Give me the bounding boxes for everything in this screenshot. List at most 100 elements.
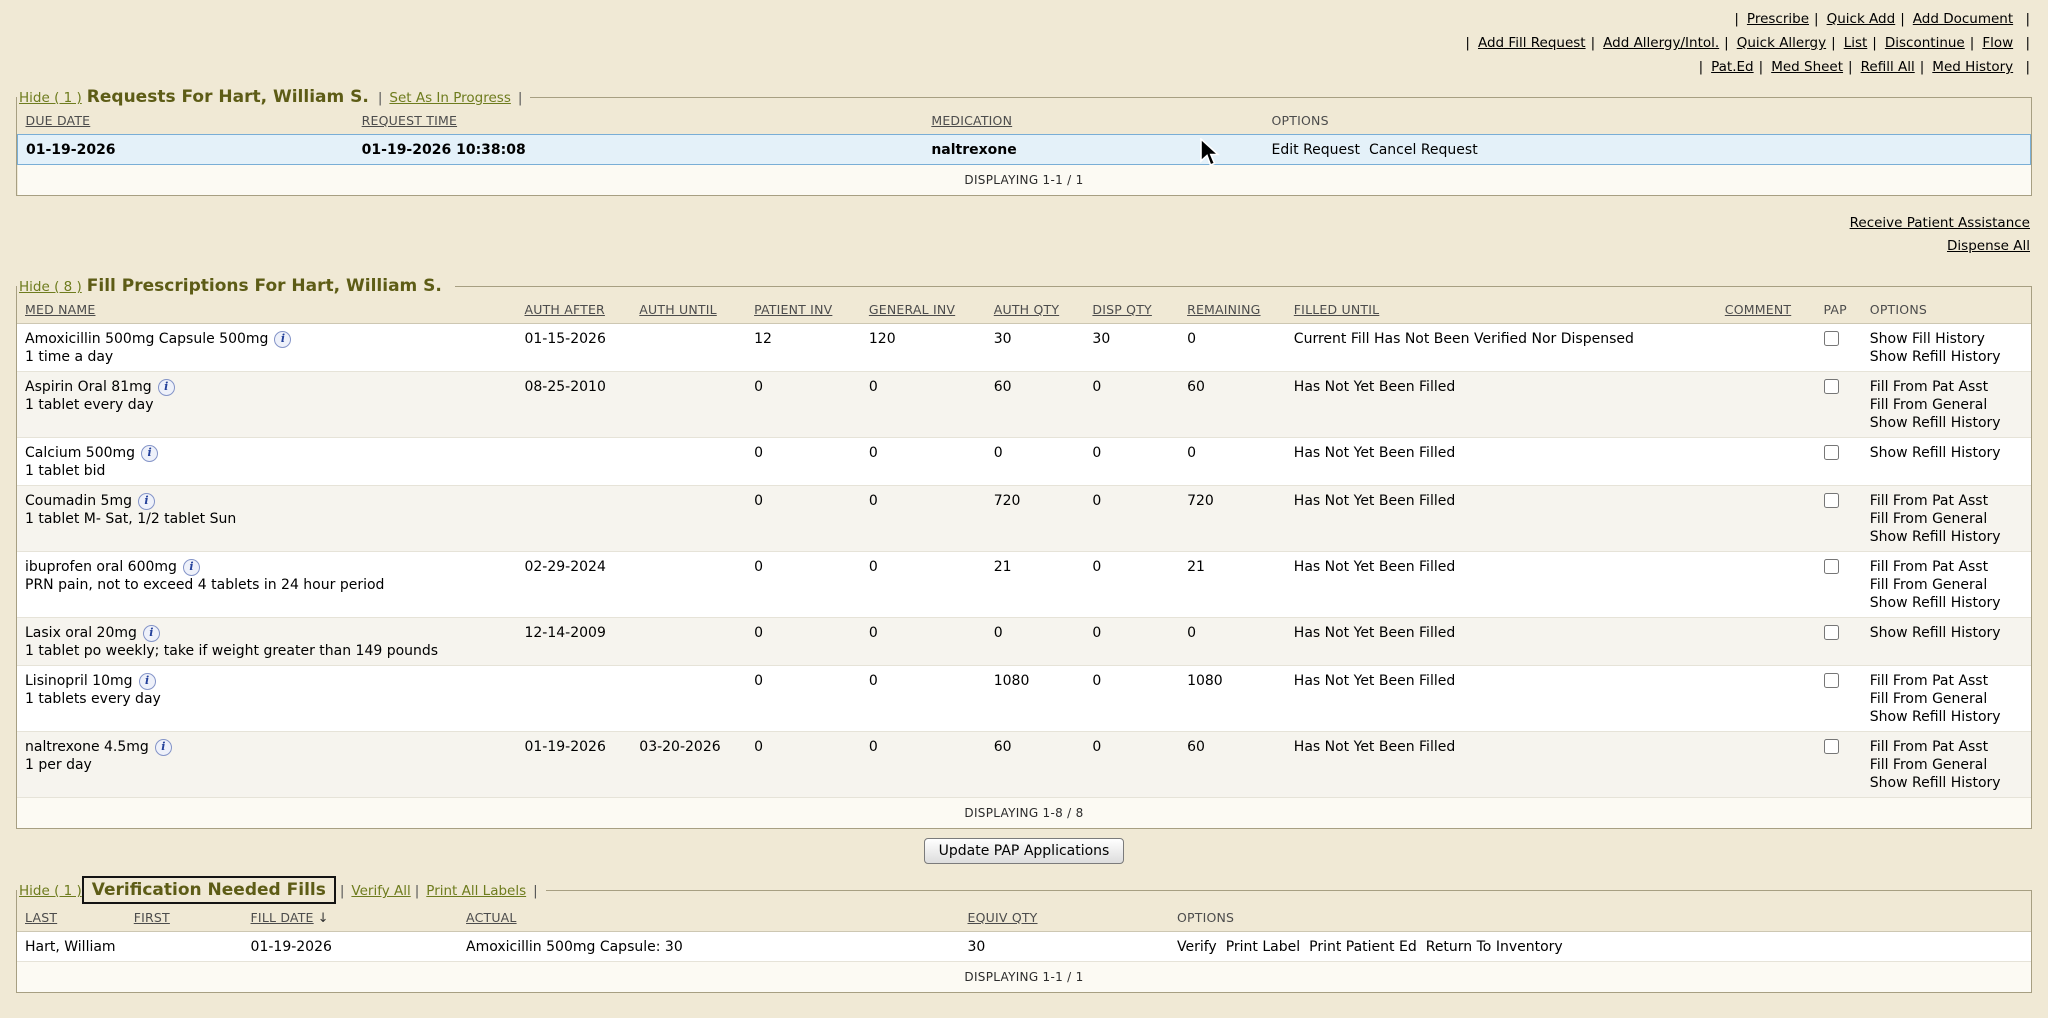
- nav-link-add-fill-request[interactable]: Add Fill Request: [1478, 35, 1586, 51]
- disp-qty-cell: 0: [1084, 618, 1179, 666]
- col-last-link[interactable]: LAST: [25, 910, 57, 925]
- request-row[interactable]: 01-19-2026 01-19-2026 10:38:08 naltrexon…: [18, 135, 2031, 165]
- show-refill-history-link[interactable]: Show Refill History: [1870, 624, 2023, 642]
- print-all-labels-link[interactable]: Print All Labels: [426, 883, 526, 899]
- col-equiv-qty-link[interactable]: EQUIV QTY: [968, 910, 1038, 925]
- request-time-cell: 01-19-2026 10:38:08: [354, 135, 924, 165]
- dispense-all-link[interactable]: Dispense All: [18, 235, 2030, 258]
- col-fill-date: FILL DATE↓: [243, 904, 458, 932]
- show-refill-history-link[interactable]: Show Refill History: [1870, 414, 2023, 432]
- nav-link-add-allergy-intol[interactable]: Add Allergy/Intol.: [1603, 35, 1719, 51]
- fill-from-general-link[interactable]: Fill From General: [1870, 576, 2023, 594]
- col-auth-after-link[interactable]: AUTH AFTER: [524, 302, 604, 317]
- fill-from-general-link[interactable]: Fill From General: [1870, 690, 2023, 708]
- nav-link-med-sheet[interactable]: Med Sheet: [1771, 59, 1843, 75]
- show-refill-history-link[interactable]: Show Refill History: [1870, 528, 2023, 546]
- auth-after-cell: 01-19-2026: [516, 732, 631, 798]
- set-as-in-progress-link[interactable]: Set As In Progress: [389, 90, 510, 106]
- info-icon[interactable]: i: [274, 331, 291, 348]
- col-filled-until-link[interactable]: FILLED UNTIL: [1294, 302, 1380, 317]
- show-refill-history-link[interactable]: Show Refill History: [1870, 444, 2023, 462]
- pap-checkbox[interactable]: [1824, 493, 1839, 508]
- nav-link-list[interactable]: List: [1844, 35, 1868, 51]
- pap-checkbox[interactable]: [1824, 625, 1839, 640]
- pap-checkbox[interactable]: [1824, 379, 1839, 394]
- col-disp-qty-link[interactable]: DISP QTY: [1092, 302, 1151, 317]
- col-auth-until-link[interactable]: AUTH UNTIL: [639, 302, 717, 317]
- col-first-link[interactable]: FIRST: [134, 910, 170, 925]
- info-icon[interactable]: i: [138, 493, 155, 510]
- nav-link-refill-all[interactable]: Refill All: [1861, 59, 1915, 75]
- print-label-link[interactable]: Print Label: [1226, 939, 1300, 955]
- fill-from-pat-asst-link[interactable]: Fill From Pat Asst: [1870, 378, 2023, 396]
- med-name-cell: Coumadin 5mgi 1 tablet M- Sat, 1/2 table…: [17, 486, 516, 552]
- col-request-time-link[interactable]: REQUEST TIME: [362, 113, 457, 128]
- info-icon[interactable]: i: [158, 379, 175, 396]
- fill-from-general-link[interactable]: Fill From General: [1870, 510, 2023, 528]
- auth-after-cell: 08-25-2010: [516, 372, 631, 438]
- show-refill-history-link[interactable]: Show Refill History: [1870, 594, 2023, 612]
- show-refill-history-link[interactable]: Show Refill History: [1870, 774, 2023, 792]
- col-remaining-link[interactable]: REMAINING: [1187, 302, 1260, 317]
- fill-from-pat-asst-link[interactable]: Fill From Pat Asst: [1870, 672, 2023, 690]
- nav-link-flow[interactable]: Flow: [1982, 35, 2013, 51]
- requests-legend-actions: Set As In Progress: [374, 90, 523, 106]
- col-patient-inv-link[interactable]: PATIENT INV: [754, 302, 832, 317]
- nav-link-med-history[interactable]: Med History: [1932, 59, 2013, 75]
- due-date-cell: 01-19-2026: [18, 135, 354, 165]
- pap-checkbox[interactable]: [1824, 739, 1839, 754]
- nav-link-quick-add[interactable]: Quick Add: [1827, 11, 1896, 27]
- verify-link[interactable]: Verify: [1177, 939, 1217, 955]
- fill-row: ibuprofen oral 600mgi PRN pain, not to e…: [17, 552, 2031, 618]
- verification-row: Hart, William 01-19-2026 Amoxicillin 500…: [17, 932, 2031, 962]
- verification-options-cell: Verify Print Label Print Patient Ed Return …: [1169, 932, 2031, 962]
- cancel-request-link[interactable]: Cancel Request: [1369, 142, 1478, 158]
- edit-request-link[interactable]: Edit Request: [1272, 142, 1360, 158]
- info-icon[interactable]: i: [141, 445, 158, 462]
- pap-checkbox[interactable]: [1824, 559, 1839, 574]
- update-pap-applications-button[interactable]: Update PAP Applications: [924, 838, 1125, 864]
- fill-from-pat-asst-link[interactable]: Fill From Pat Asst: [1870, 558, 2023, 576]
- show-fill-history-link[interactable]: Show Fill History: [1870, 330, 2023, 348]
- nav-link-discontinue[interactable]: Discontinue: [1885, 35, 1965, 51]
- verify-all-link[interactable]: Verify All: [351, 883, 410, 899]
- print-patient-ed-link[interactable]: Print Patient Ed: [1309, 939, 1417, 955]
- show-refill-history-link[interactable]: Show Refill History: [1870, 348, 2023, 366]
- col-general-inv-link[interactable]: GENERAL INV: [869, 302, 955, 317]
- med-name: Amoxicillin 500mg Capsule 500mg: [25, 331, 268, 347]
- info-icon[interactable]: i: [143, 625, 160, 642]
- nav-link-prescribe[interactable]: Prescribe: [1747, 11, 1809, 27]
- col-fill-date-link[interactable]: FILL DATE: [251, 910, 314, 925]
- col-due-date-link[interactable]: DUE DATE: [26, 113, 91, 128]
- show-refill-history-link[interactable]: Show Refill History: [1870, 708, 2023, 726]
- hide-verification-link[interactable]: Hide ( 1 ): [19, 883, 82, 899]
- nav-link-pat-ed[interactable]: Pat.Ed: [1711, 59, 1754, 75]
- fill-from-pat-asst-link[interactable]: Fill From Pat Asst: [1870, 738, 2023, 756]
- receive-patient-assistance-link[interactable]: Receive Patient Assistance: [18, 212, 2030, 235]
- fill-from-pat-asst-link[interactable]: Fill From Pat Asst: [1870, 492, 2023, 510]
- fill-from-general-link[interactable]: Fill From General: [1870, 396, 2023, 414]
- auth-until-cell: [631, 618, 746, 666]
- pap-checkbox[interactable]: [1824, 673, 1839, 688]
- col-med-name-link[interactable]: MED NAME: [25, 302, 95, 317]
- verification-header-row: LAST FIRST FILL DATE↓ ACTUAL EQUIV QTY O…: [17, 904, 2031, 932]
- col-actual-link[interactable]: ACTUAL: [466, 910, 517, 925]
- pap-cell: [1815, 666, 1861, 732]
- col-comment-link[interactable]: COMMENT: [1725, 302, 1791, 317]
- info-icon[interactable]: i: [155, 739, 172, 756]
- fill-from-general-link[interactable]: Fill From General: [1870, 756, 2023, 774]
- fill-options-cell: Fill From Pat Asst Fill From General Sho…: [1862, 666, 2031, 732]
- hide-fill-link[interactable]: Hide ( 8 ): [19, 279, 82, 295]
- return-to-inventory-link[interactable]: Return To Inventory: [1426, 939, 1563, 955]
- col-auth-qty-link[interactable]: AUTH QTY: [994, 302, 1059, 317]
- nav-link-quick-allergy[interactable]: Quick Allergy: [1737, 35, 1826, 51]
- info-icon[interactable]: i: [183, 559, 200, 576]
- pap-checkbox[interactable]: [1824, 331, 1839, 346]
- info-icon[interactable]: i: [139, 673, 156, 690]
- hide-requests-link[interactable]: Hide ( 1 ): [19, 90, 82, 106]
- nav-link-add-document[interactable]: Add Document: [1913, 11, 2013, 27]
- pap-checkbox[interactable]: [1824, 445, 1839, 460]
- sort-descending-icon[interactable]: ↓: [314, 911, 329, 926]
- col-medication-link[interactable]: MEDICATION: [931, 113, 1012, 128]
- top-nav-row-3: Pat.Ed Med Sheet Refill All Med History: [0, 55, 2030, 79]
